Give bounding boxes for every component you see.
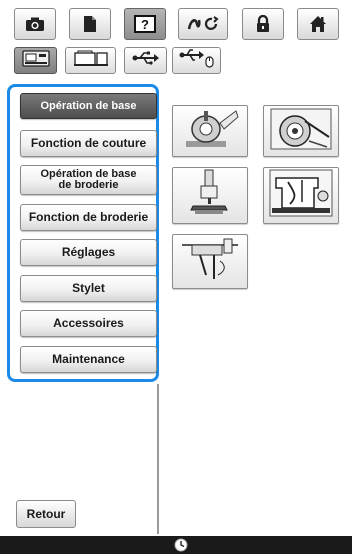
embroidery-machine-icon xyxy=(21,48,51,73)
home-tab[interactable] xyxy=(297,8,339,40)
menu-item-label: Stylet xyxy=(72,281,105,295)
presser-foot-button[interactable] xyxy=(172,167,248,224)
usb-icon xyxy=(132,51,160,70)
status-bar xyxy=(0,536,352,554)
menu-item-operation-de-base[interactable]: Opération de base xyxy=(20,93,157,119)
menu-panel: Opération de base Fonction de couture Op… xyxy=(7,84,159,382)
menu-item-label: Réglages xyxy=(61,245,116,259)
presser-foot-icon xyxy=(181,168,239,223)
machine-threading-button[interactable] xyxy=(263,167,339,224)
embroidery-machine-tab[interactable] xyxy=(14,47,57,74)
bobbin-winding-button[interactable] xyxy=(172,105,248,157)
back-button[interactable]: Retour xyxy=(16,500,76,528)
menu-item-operation-de-base-de-broderie[interactable]: Opération de base de broderie xyxy=(20,165,157,195)
bobbin-case-icon xyxy=(269,107,333,156)
setting-mode-tab[interactable] xyxy=(178,8,228,40)
usb-mouse-tab[interactable] xyxy=(172,47,221,74)
sewing-machine-tab[interactable] xyxy=(65,47,116,74)
menu-item-fonction-de-broderie[interactable]: Fonction de broderie xyxy=(20,204,157,231)
machine-threading-icon xyxy=(268,168,334,223)
usb-mouse-icon xyxy=(179,48,215,73)
home-icon xyxy=(309,15,327,33)
help-icon: ? xyxy=(134,15,156,33)
lock-tab[interactable] xyxy=(242,8,284,40)
usb-tab[interactable] xyxy=(124,47,167,74)
menu-item-fonction-de-couture[interactable]: Fonction de couture xyxy=(20,130,157,157)
menu-item-label: Accessoires xyxy=(53,316,124,330)
setting-mode-icon xyxy=(186,15,220,33)
menu-item-reglages[interactable]: Réglages xyxy=(20,239,157,266)
menu-item-stylet[interactable]: Stylet xyxy=(20,275,157,302)
needle-threader-button[interactable] xyxy=(172,234,248,289)
menu-item-label: Fonction de couture xyxy=(30,136,147,150)
needle-threader-icon xyxy=(180,235,240,288)
back-button-label: Retour xyxy=(26,507,66,521)
camera-tab[interactable] xyxy=(14,8,56,40)
menu-item-maintenance[interactable]: Maintenance xyxy=(20,346,157,373)
clock-icon xyxy=(174,538,188,554)
menu-item-label: Maintenance xyxy=(52,352,125,366)
bobbin-winding-icon xyxy=(178,107,242,156)
menu-item-label: Opération de base xyxy=(40,99,137,112)
menu-item-accessoires[interactable]: Accessoires xyxy=(20,310,157,337)
menu-item-label: Fonction de broderie xyxy=(28,210,149,224)
menu-item-label-line2: de broderie xyxy=(58,179,119,191)
sewing-machine-icon xyxy=(72,48,110,73)
document-icon xyxy=(83,15,97,33)
bobbin-case-button[interactable] xyxy=(263,105,339,157)
document-tab[interactable] xyxy=(69,8,111,40)
vertical-divider xyxy=(157,384,159,534)
camera-icon xyxy=(25,16,45,32)
help-tab[interactable]: ? xyxy=(124,8,166,40)
lock-icon xyxy=(255,15,271,33)
